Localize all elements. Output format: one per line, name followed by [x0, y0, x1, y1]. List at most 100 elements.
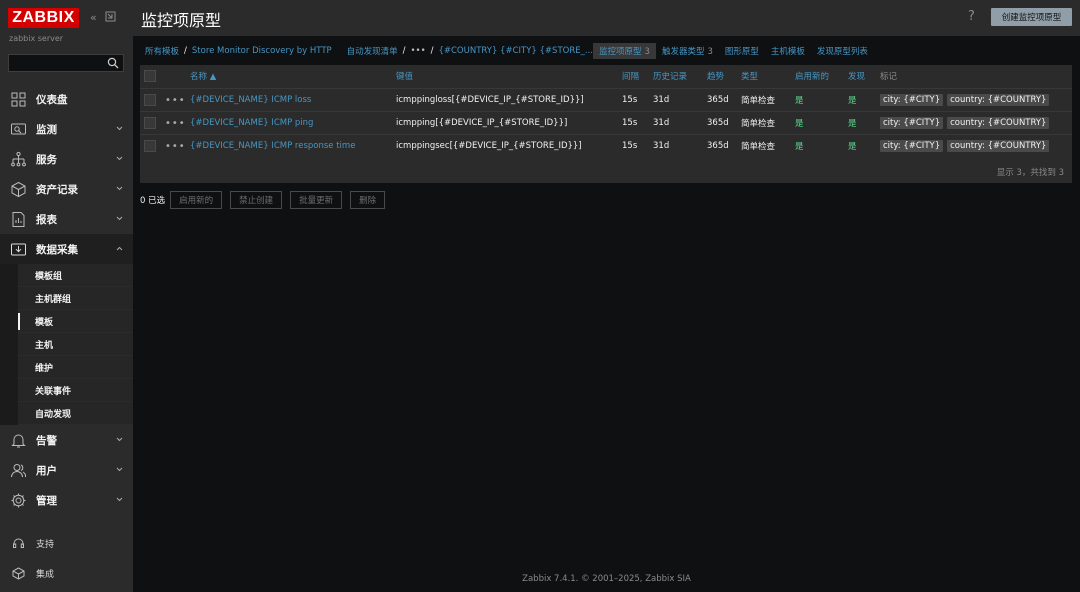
tag-country[interactable]: country: {#COUNTRY} — [947, 117, 1050, 129]
integrations-icon — [12, 566, 25, 580]
column-type[interactable]: 类型 — [741, 65, 758, 87]
item-tags: city: {#CITY} country: {#COUNTRY} — [880, 135, 1053, 157]
prototype-tabs: 监控项原型 3 触发器类型 3 图形原型 主机模板 发现原型列表 — [593, 43, 874, 59]
breadcrumb-template[interactable]: Store Monitor Discovery by HTTP — [192, 46, 332, 56]
chevron-up-icon — [116, 246, 123, 251]
item-name-link[interactable]: {#DEVICE_NAME} ICMP response time — [190, 135, 355, 157]
nav-item-administration[interactable]: 管理 — [0, 485, 133, 515]
sidebar-search-input[interactable] — [9, 55, 123, 71]
tag-country[interactable]: country: {#COUNTRY} — [947, 140, 1050, 152]
sidebar-search — [8, 54, 124, 72]
mass-update-button[interactable]: 批量更新 — [290, 190, 343, 209]
row-checkbox[interactable] — [144, 140, 156, 152]
tag-city[interactable]: city: {#CITY} — [880, 140, 944, 152]
discover-toggle[interactable]: 是 — [848, 89, 857, 111]
zabbix-logo[interactable]: ZABBIX — [8, 8, 79, 28]
tab-graph-prototypes[interactable]: 图形原型 — [719, 43, 765, 59]
enable-create-button[interactable]: 启用新的 — [170, 190, 223, 209]
column-tags: 标记 — [880, 72, 898, 82]
column-history[interactable]: 历史记录 — [653, 65, 687, 87]
column-create-enabled[interactable]: 启用新的 — [795, 65, 829, 87]
mass-actions-bar: 0 已选 启用新的 禁止创建 批量更新 删除 — [140, 190, 393, 209]
item-type: 简单检查 — [741, 119, 776, 129]
help-icon[interactable]: ? — [968, 9, 975, 24]
breadcrumb-all-templates[interactable]: 所有模板 — [145, 45, 179, 57]
column-key[interactable]: 键值 — [396, 65, 413, 87]
nav-item-alerts[interactable]: 告警 — [0, 425, 133, 455]
column-discover[interactable]: 发现 — [848, 65, 865, 87]
create-item-prototype-button[interactable]: 创建监控项原型 — [991, 8, 1072, 26]
row-actions-icon[interactable]: ••• — [165, 89, 186, 111]
item-trends: 365d — [707, 95, 729, 105]
selected-count: 0 已选 — [140, 195, 166, 206]
submenu-item-maintenance[interactable]: 维护 — [18, 356, 133, 379]
breadcrumb-separator: / — [402, 46, 406, 56]
item-key: icmpping[{#DEVICE_IP_{#STORE_ID}}] — [396, 118, 568, 128]
tab-host-templates[interactable]: 主机模板 — [765, 43, 811, 59]
search-icon[interactable] — [107, 57, 119, 69]
breadcrumb-discovery-list[interactable]: 自动发现清单 — [347, 45, 398, 57]
breadcrumb-ellipsis-icon[interactable]: ••• — [411, 46, 426, 56]
nav-item-monitoring[interactable]: 监测 — [0, 114, 133, 144]
create-enabled-toggle[interactable]: 是 — [795, 112, 804, 134]
nav-item-reports[interactable]: 报表 — [0, 204, 133, 234]
nav-label: 仪表盘 — [36, 93, 68, 106]
row-actions-icon[interactable]: ••• — [165, 135, 186, 157]
nav-item-integrations[interactable]: 集成 — [0, 558, 133, 588]
chevron-down-icon — [116, 467, 123, 472]
submenu-item-template-groups[interactable]: 模板组 — [18, 264, 133, 287]
breadcrumb: 所有模板 / Store Monitor Discovery by HTTP 自… — [145, 44, 593, 58]
services-icon — [11, 151, 26, 166]
item-name-link[interactable]: {#DEVICE_NAME} ICMP loss — [190, 89, 311, 111]
submenu-item-host-groups[interactable]: 主机群组 — [18, 287, 133, 310]
nav-item-users[interactable]: 用户 — [0, 455, 133, 485]
copyright-footer: Zabbix 7.4.1. © 2001–2025, Zabbix SIA — [522, 574, 691, 584]
nav-label: 报表 — [36, 213, 57, 226]
item-name-link[interactable]: {#DEVICE_NAME} ICMP ping — [190, 112, 313, 134]
column-trends[interactable]: 趋势 — [707, 65, 724, 87]
data-collection-icon — [11, 243, 26, 255]
discover-toggle[interactable]: 是 — [848, 112, 857, 134]
create-enabled-toggle[interactable]: 是 — [795, 135, 804, 157]
nav-label: 集成 — [36, 569, 55, 580]
row-checkbox[interactable] — [144, 117, 156, 129]
column-interval[interactable]: 间隔 — [622, 65, 639, 87]
submenu-item-hosts[interactable]: 主机 — [18, 333, 133, 356]
tag-country[interactable]: country: {#COUNTRY} — [947, 94, 1050, 106]
reports-icon — [12, 211, 25, 227]
kiosk-mode-icon[interactable] — [105, 11, 116, 25]
submenu-item-discovery[interactable]: 自动发现 — [18, 402, 133, 425]
chevron-down-icon — [116, 156, 123, 161]
create-enabled-toggle[interactable]: 是 — [795, 89, 804, 111]
discover-toggle[interactable]: 是 — [848, 135, 857, 157]
tab-trigger-prototypes[interactable]: 触发器类型 3 — [656, 43, 719, 59]
breadcrumb-discovery-rule[interactable]: {#COUNTRY} {#CITY} {#STORE_... — [438, 46, 593, 56]
submenu-item-event-correlation[interactable]: 关联事件 — [18, 379, 133, 402]
nav-label: 资产记录 — [36, 183, 78, 196]
nav-item-inventory[interactable]: 资产记录 — [0, 174, 133, 204]
item-history: 31d — [653, 118, 670, 128]
row-checkbox[interactable] — [144, 94, 156, 106]
submenu-item-templates[interactable]: 模板 — [18, 310, 133, 333]
row-actions-icon[interactable]: ••• — [165, 112, 186, 134]
nav-label: 告警 — [36, 434, 57, 447]
tag-city[interactable]: city: {#CITY} — [880, 94, 944, 106]
tab-discovery-prototypes[interactable]: 发现原型列表 — [811, 43, 874, 59]
administration-icon — [11, 493, 26, 507]
delete-button[interactable]: 删除 — [350, 190, 386, 209]
item-interval: 15s — [622, 141, 638, 151]
nav-item-services[interactable]: 服务 — [0, 144, 133, 174]
tab-item-prototypes[interactable]: 监控项原型 3 — [593, 43, 656, 59]
table-row: ••• {#DEVICE_NAME} ICMP response time ic… — [140, 134, 1072, 157]
disable-create-button[interactable]: 禁止创建 — [230, 190, 283, 209]
collapse-sidebar-icon[interactable]: « — [90, 11, 97, 25]
column-name[interactable]: 名称 ▲ — [190, 65, 216, 87]
nav-item-support[interactable]: 支持 — [0, 528, 133, 558]
server-name: zabbix server — [9, 34, 64, 43]
item-tags: city: {#CITY} country: {#COUNTRY} — [880, 112, 1053, 134]
nav-item-data-collection[interactable]: 数据采集 — [0, 234, 133, 264]
nav-item-dashboard[interactable]: 仪表盘 — [0, 84, 133, 114]
select-all-checkbox[interactable] — [144, 70, 156, 82]
tag-city[interactable]: city: {#CITY} — [880, 117, 944, 129]
monitoring-icon — [11, 123, 26, 134]
